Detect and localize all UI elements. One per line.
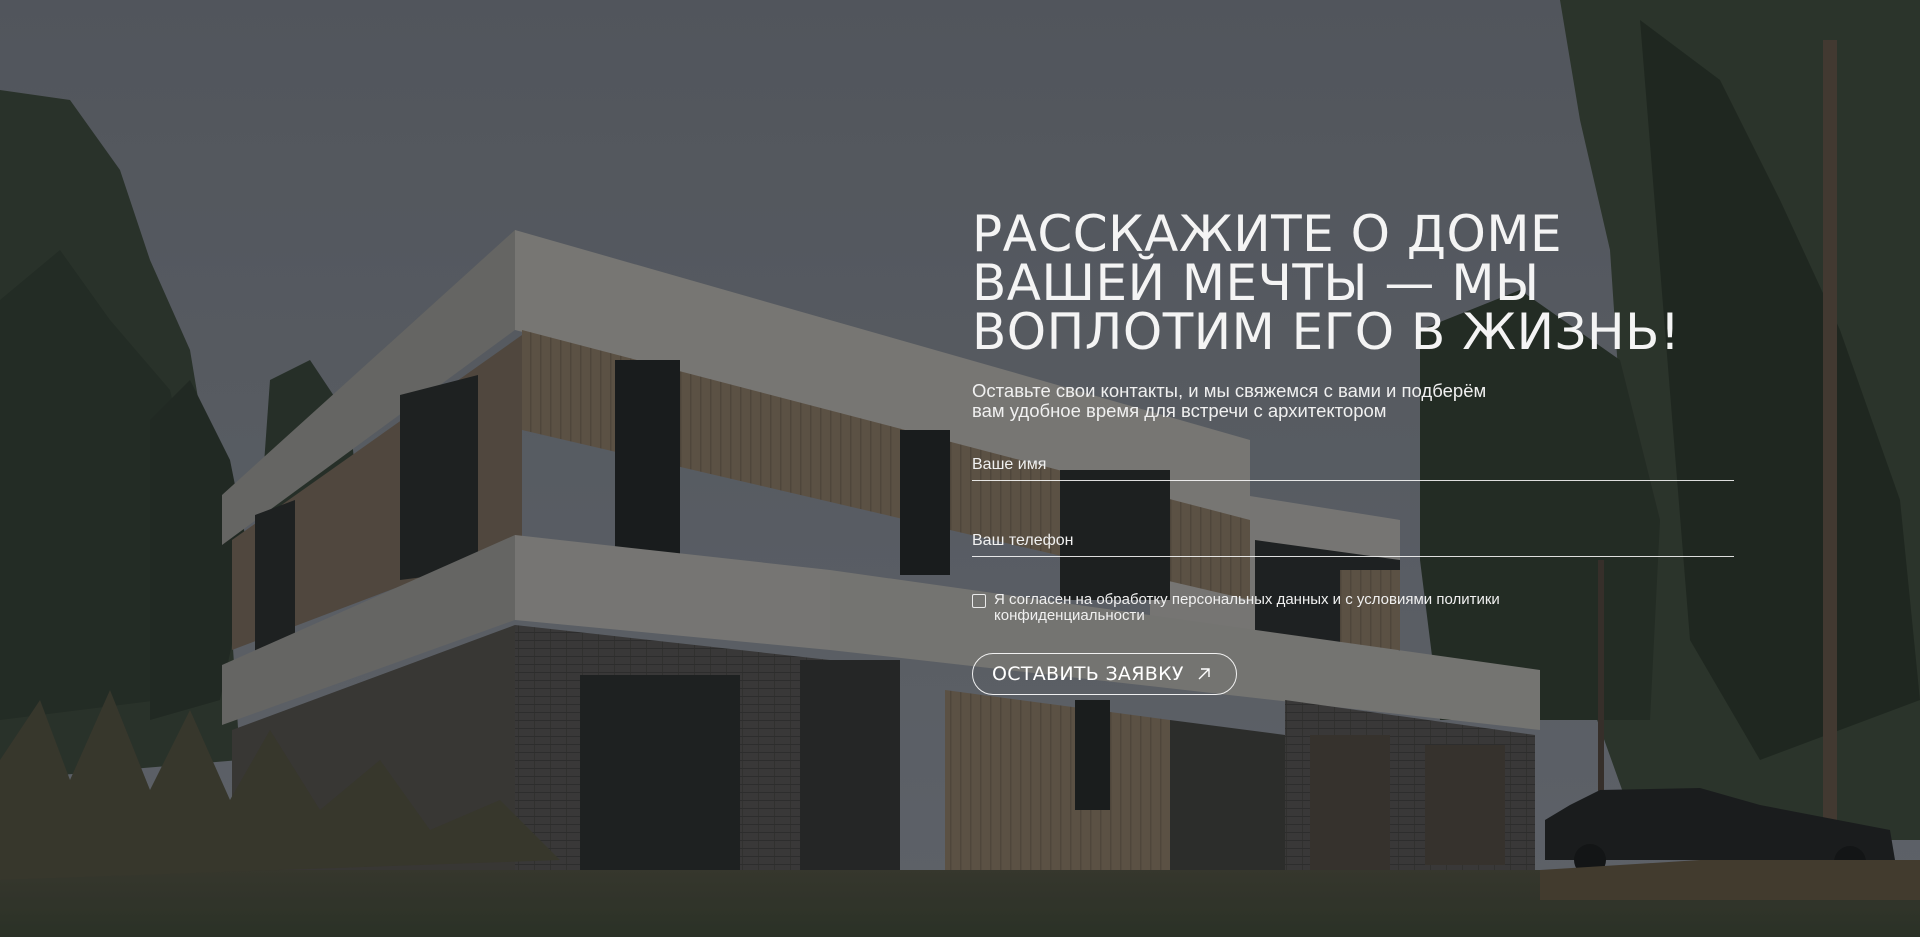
page-title: РАССКАЖИТЕ О ДОМЕ ВАШЕЙ МЕЧТЫ — МЫ ВОПЛО…	[972, 205, 1734, 361]
consent-label-line: Я согласен на обработку персональных дан…	[994, 591, 1500, 608]
name-field	[972, 449, 1734, 481]
phone-field	[972, 525, 1734, 557]
consent-label: Я согласен на обработку персональных дан…	[994, 592, 1500, 624]
headline-line: ВОПЛОТИМ ЕГО В ЖИЗНЬ!	[972, 303, 1681, 361]
headline-line: РАССКАЖИТЕ О ДОМЕ	[972, 205, 1563, 263]
headline-line: ВАШЕЙ МЕЧТЫ — МЫ	[972, 254, 1540, 312]
consent-label-line: конфиденциальности	[994, 607, 1145, 624]
name-input[interactable]	[972, 449, 1734, 480]
arrow-up-right-icon	[1198, 668, 1210, 680]
phone-input[interactable]	[972, 525, 1734, 556]
subtitle: Оставьте свои контакты, и мы свяжемся с …	[972, 381, 1572, 421]
submit-button[interactable]: ОСТАВИТЬ ЗАЯВКУ	[972, 653, 1237, 695]
consent-checkbox[interactable]	[972, 594, 986, 608]
subtitle-line: Оставьте свои контакты, и мы свяжемся с …	[972, 380, 1487, 401]
submit-button-label: ОСТАВИТЬ ЗАЯВКУ	[992, 663, 1184, 685]
callback-form-section: РАССКАЖИТЕ О ДОМЕ ВАШЕЙ МЕЧТЫ — МЫ ВОПЛО…	[972, 205, 1734, 695]
consent-row: Я согласен на обработку персональных дан…	[972, 592, 1592, 624]
subtitle-line: вам удобное время для встречи с архитект…	[972, 400, 1387, 421]
